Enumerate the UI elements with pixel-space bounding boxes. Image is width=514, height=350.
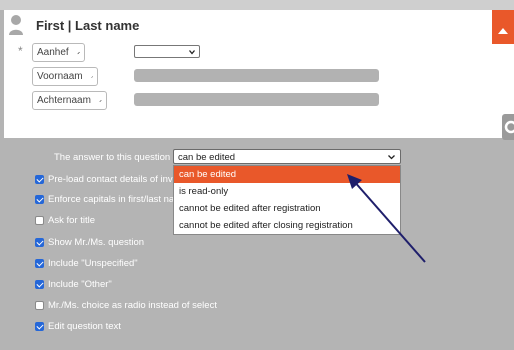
checkbox-label: Show Mr./Ms. question	[48, 237, 145, 248]
checkbox-label: Edit question text	[48, 321, 121, 332]
checkbox-ask-title[interactable]: Ask for title	[35, 215, 95, 226]
checkbox-edit-question-text[interactable]: Edit question text	[35, 321, 121, 332]
pencil-icon[interactable]	[77, 47, 80, 59]
dropdown-option-can-be-edited[interactable]: can be edited	[174, 166, 400, 183]
aanhef-select[interactable]	[134, 45, 200, 58]
person-icon	[9, 15, 23, 35]
checkbox[interactable]	[35, 322, 44, 331]
checkbox-label: Include "Unspecified"	[48, 258, 138, 269]
checkbox[interactable]	[35, 301, 44, 310]
voornaam-input[interactable]	[134, 69, 379, 82]
checkbox-label: Ask for title	[48, 215, 95, 226]
answer-select[interactable]: can be edited	[173, 149, 401, 164]
answer-dropdown-list: can be edited is read-only cannot be edi…	[173, 165, 401, 235]
checkbox-label: Enforce capitals in first/last nar	[48, 194, 178, 205]
checkbox-label: Pre-load contact details of inv	[48, 174, 173, 185]
pencil-icon[interactable]	[90, 71, 93, 83]
dropdown-option-read-only[interactable]: is read-only	[174, 183, 400, 200]
field-achternaam[interactable]: Achternaam	[32, 91, 107, 110]
required-marker: *	[18, 44, 23, 58]
field-label: Achternaam	[37, 95, 91, 106]
checkbox-label: Include "Other"	[48, 279, 112, 290]
checkbox[interactable]	[35, 259, 44, 268]
collapse-button[interactable]	[492, 10, 514, 44]
gear-icon[interactable]	[502, 114, 514, 140]
checkbox-radio-instead[interactable]: Mr./Ms. choice as radio instead of selec…	[35, 300, 217, 311]
checkbox-show-mrms[interactable]: Show Mr./Ms. question	[35, 237, 144, 248]
checkbox-include-other[interactable]: Include "Other"	[35, 279, 112, 290]
field-label: Voornaam	[37, 71, 83, 82]
checkbox[interactable]	[35, 238, 44, 247]
achternaam-input[interactable]	[134, 93, 379, 106]
chevron-down-icon	[388, 155, 395, 160]
field-aanhef[interactable]: Aanhef	[32, 43, 85, 62]
page-title: First | Last name	[36, 18, 140, 33]
answer-select-value: can be edited	[178, 152, 236, 163]
checkbox[interactable]	[35, 280, 44, 289]
field-label: Aanhef	[37, 47, 69, 58]
checkbox[interactable]	[35, 195, 44, 204]
chevron-up-icon	[498, 28, 508, 34]
checkbox-preload-contact[interactable]: Pre-load contact details of inv	[35, 174, 173, 185]
checkbox-enforce-capitals[interactable]: Enforce capitals in first/last nar	[35, 194, 177, 205]
question-label: The answer to this question	[54, 152, 171, 163]
checkbox-include-unspecified[interactable]: Include "Unspecified"	[35, 258, 138, 269]
pencil-icon[interactable]	[99, 95, 102, 107]
field-voornaam[interactable]: Voornaam	[32, 67, 98, 86]
top-strip	[0, 0, 514, 10]
chevron-down-icon	[189, 50, 195, 55]
dropdown-option-not-editable-after-registration[interactable]: cannot be edited after registration	[174, 200, 400, 217]
dropdown-option-not-editable-after-closing[interactable]: cannot be edited after closing registrat…	[174, 217, 400, 234]
checkbox[interactable]	[35, 175, 44, 184]
checkbox[interactable]	[35, 216, 44, 225]
checkbox-label: Mr./Ms. choice as radio instead of selec…	[48, 300, 217, 311]
